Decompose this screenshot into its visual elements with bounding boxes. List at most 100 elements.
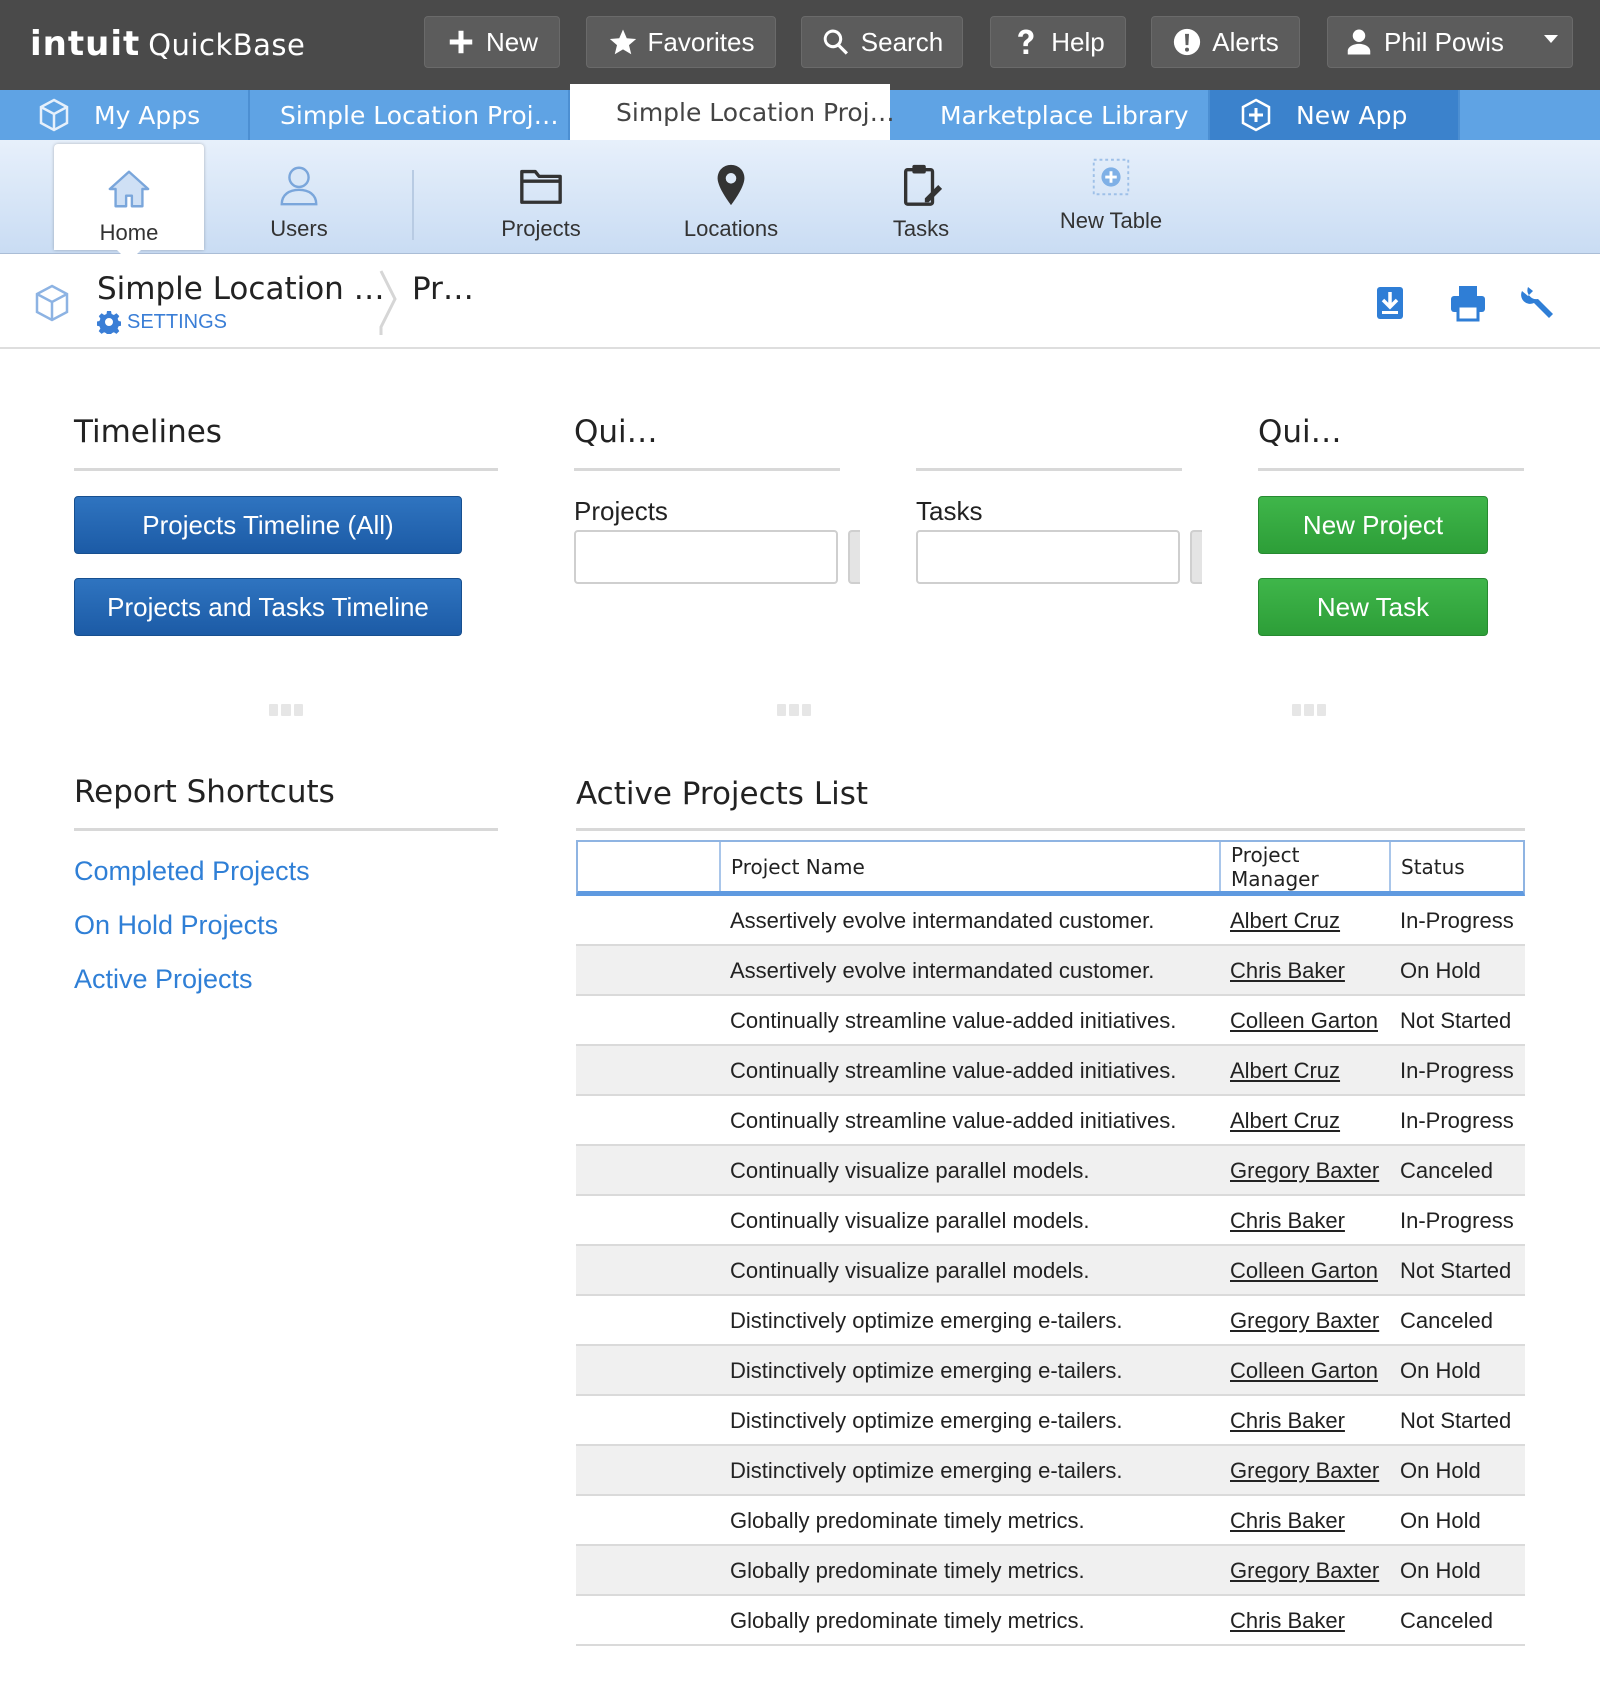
tab-marketplace-label: Marketplace Library <box>940 100 1189 130</box>
on-hold-projects-link[interactable]: On Hold Projects <box>74 910 278 941</box>
tab-new-app-label: New App <box>1296 100 1408 130</box>
table-row[interactable]: Distinctively optimize emerging e-tailer… <box>576 1446 1525 1496</box>
project-manager-link[interactable]: Albert Cruz <box>1230 1108 1340 1134</box>
breadcrumb-app-name[interactable]: Simple Location … <box>97 271 385 307</box>
report-shortcuts-title: Report Shortcuts <box>74 774 335 810</box>
quick-search-title: Qui… <box>574 414 658 450</box>
tasks-search-input[interactable] <box>916 530 1180 584</box>
pin-icon <box>717 164 745 206</box>
user-menu[interactable]: Phil Powis <box>1327 16 1573 68</box>
project-manager-link[interactable]: Colleen Garton <box>1230 1008 1378 1034</box>
help-button[interactable]: Help <box>990 16 1126 68</box>
new-project-button[interactable]: New Project <box>1258 496 1488 554</box>
project-manager-link[interactable]: Colleen Garton <box>1230 1358 1378 1384</box>
table-row[interactable]: Distinctively optimize emerging e-tailer… <box>576 1296 1525 1346</box>
tab-my-apps-label: My Apps <box>94 100 201 130</box>
search-button[interactable]: Search <box>801 16 963 68</box>
tab-marketplace-library[interactable]: Marketplace Library <box>890 90 1210 140</box>
active-projects-link[interactable]: Active Projects <box>74 964 253 995</box>
favorites-button[interactable]: Favorites <box>586 16 776 68</box>
status-cell: On Hold <box>1400 1358 1481 1383</box>
projects-search-input[interactable] <box>574 530 838 584</box>
tasks-search-go-button[interactable] <box>1190 530 1202 584</box>
drag-handle[interactable] <box>777 704 811 716</box>
table-row[interactable]: Continually streamline value-added initi… <box>576 1046 1525 1096</box>
download-icon[interactable] <box>1370 283 1410 323</box>
column-header-project-name[interactable]: Project Name <box>719 842 1219 891</box>
print-icon[interactable] <box>1448 283 1488 323</box>
quick-add-title: Qui… <box>1258 414 1342 450</box>
settings-label: SETTINGS <box>127 310 228 333</box>
status-cell: On Hold <box>1400 1558 1481 1583</box>
intuit-wordmark: intuit <box>30 24 141 64</box>
column-header-status[interactable]: Status <box>1389 842 1523 891</box>
project-manager-link[interactable]: Chris Baker <box>1230 1508 1345 1534</box>
table-row[interactable]: Continually visualize parallel models. Co… <box>576 1246 1525 1296</box>
alerts-button[interactable]: Alerts <box>1151 16 1300 68</box>
nav-new-table[interactable]: New Table <box>1036 140 1186 254</box>
cube-icon[interactable] <box>32 283 72 323</box>
table-row[interactable]: Globally predominate timely metrics. Chri… <box>576 1596 1525 1646</box>
nav-locations-label: Locations <box>683 216 779 241</box>
project-manager-link[interactable]: Albert Cruz <box>1230 908 1340 934</box>
brand-logo[interactable]: intuit QuickBase <box>30 24 305 64</box>
table-row[interactable]: Continually streamline value-added initi… <box>576 1096 1525 1146</box>
gear-icon <box>97 311 121 334</box>
tab-my-apps[interactable]: My Apps <box>0 90 250 140</box>
status-cell: Canceled <box>1400 1608 1493 1633</box>
table-row[interactable]: Assertively evolve intermandated custome… <box>576 946 1525 996</box>
app-tab-bar: My Apps Simple Location Proj… Simple Loc… <box>0 84 1600 140</box>
table-row[interactable]: Globally predominate timely metrics. Chri… <box>576 1496 1525 1546</box>
tab-app-simple-location-2[interactable]: Simple Location Proj… <box>570 84 895 140</box>
nav-home[interactable]: Home <box>54 144 204 262</box>
breadcrumb-page-name[interactable]: Pr… <box>412 271 474 307</box>
breadcrumb: Simple Location … SETTINGS Pr… <box>0 255 1600 349</box>
new-button[interactable]: New <box>424 16 560 68</box>
projects-timeline-all-button[interactable]: Projects Timeline (All) <box>74 496 462 554</box>
folder-icon <box>520 169 562 204</box>
project-name-cell: Assertively evolve intermandated custome… <box>730 908 1155 933</box>
user-name: Phil Powis <box>1384 26 1504 57</box>
table-row[interactable]: Globally predominate timely metrics. Greg… <box>576 1546 1525 1596</box>
completed-projects-link[interactable]: Completed Projects <box>74 856 310 887</box>
nav-projects[interactable]: Projects <box>466 140 616 254</box>
wrench-icon[interactable] <box>1520 283 1560 323</box>
table-row[interactable]: Continually visualize parallel models. Ch… <box>576 1196 1525 1246</box>
table-row[interactable]: Continually streamline value-added initi… <box>576 996 1525 1046</box>
project-manager-link[interactable]: Chris Baker <box>1230 1208 1345 1234</box>
cube-icon <box>39 98 69 132</box>
active-projects-title: Active Projects List <box>576 776 869 812</box>
project-manager-link[interactable]: Chris Baker <box>1230 1608 1345 1634</box>
nav-users[interactable]: Users <box>224 140 374 254</box>
status-cell: In-Progress <box>1400 1058 1514 1083</box>
new-task-button[interactable]: New Task <box>1258 578 1488 636</box>
project-manager-link[interactable]: Colleen Garton <box>1230 1258 1378 1284</box>
quick-add-divider <box>1258 468 1524 471</box>
projects-and-tasks-timeline-button[interactable]: Projects and Tasks Timeline <box>74 578 462 636</box>
user-icon <box>1347 29 1371 55</box>
project-manager-link[interactable]: Albert Cruz <box>1230 1058 1340 1084</box>
active-projects-table: Project Name Project Manager Status Asse… <box>576 840 1525 1646</box>
projects-search-go-button[interactable] <box>848 530 860 584</box>
table-row[interactable]: Distinctively optimize emerging e-tailer… <box>576 1346 1525 1396</box>
nav-locations[interactable]: Locations <box>656 140 806 254</box>
tab-app-simple-location-1[interactable]: Simple Location Proj… <box>250 90 570 140</box>
project-manager-link[interactable]: Gregory Baxter <box>1230 1308 1379 1334</box>
settings-link[interactable]: SETTINGS <box>97 310 227 334</box>
table-row[interactable]: Continually visualize parallel models. Gr… <box>576 1146 1525 1196</box>
table-row[interactable]: Assertively evolve intermandated custome… <box>576 896 1525 946</box>
table-row[interactable]: Distinctively optimize emerging e-tailer… <box>576 1396 1525 1446</box>
project-name-cell: Continually visualize parallel models. <box>730 1258 1090 1283</box>
drag-handle[interactable] <box>1292 704 1326 716</box>
project-manager-link[interactable]: Gregory Baxter <box>1230 1158 1379 1184</box>
drag-handle[interactable] <box>269 704 303 716</box>
users-icon <box>280 166 318 206</box>
project-manager-link[interactable]: Gregory Baxter <box>1230 1458 1379 1484</box>
tab-new-app[interactable]: New App <box>1210 90 1460 140</box>
nav-tasks[interactable]: Tasks <box>846 140 996 254</box>
column-header-project-manager[interactable]: Project Manager <box>1219 842 1389 891</box>
project-manager-link[interactable]: Chris Baker <box>1230 1408 1345 1434</box>
project-manager-link[interactable]: Chris Baker <box>1230 958 1345 984</box>
project-manager-link[interactable]: Gregory Baxter <box>1230 1558 1379 1584</box>
clipboard-icon <box>903 164 943 206</box>
